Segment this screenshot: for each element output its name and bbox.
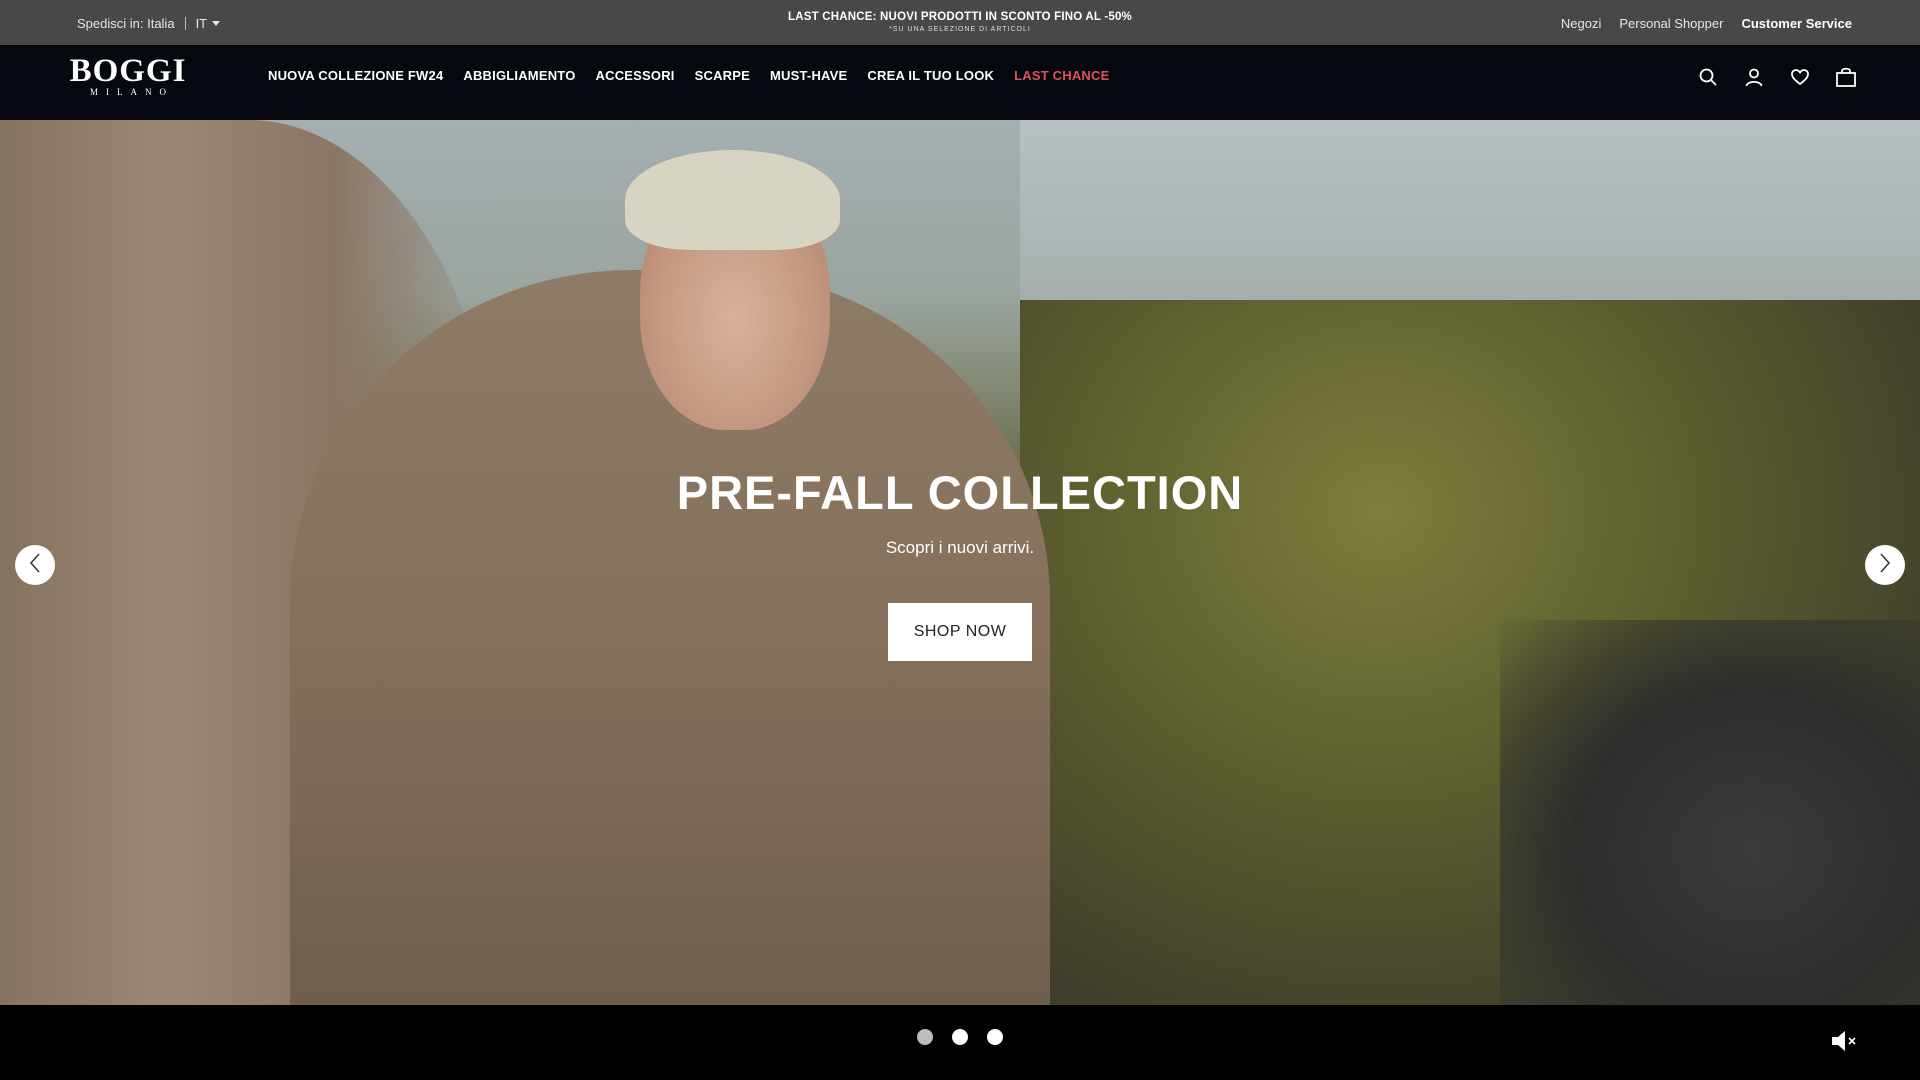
hero-image-model-hair [625,150,840,250]
carousel-next-button[interactable] [1865,545,1905,585]
carousel-dot-1[interactable] [917,1029,933,1045]
top-promo-bar: Spedisci in: Italia IT LAST CHANCE: NUOV… [0,0,1920,45]
chevron-right-icon [1878,552,1892,579]
brand-logo[interactable]: BOGGI MILANO [68,53,188,97]
nav-item-shoes[interactable]: SCARPE [695,68,750,83]
carousel-dot-2[interactable] [952,1029,968,1045]
heart-icon[interactable] [1788,65,1812,89]
hero-banner[interactable]: PRE-FALL COLLECTION Scopri i nuovi arriv… [0,120,1920,1005]
bag-icon[interactable] [1834,65,1858,89]
shop-now-button[interactable]: SHOP NOW [888,603,1032,661]
chevron-left-icon [28,552,42,579]
carousel-prev-button[interactable] [15,545,55,585]
carousel-controls [0,1005,1920,1080]
speaker-muted-icon [1832,1031,1856,1051]
header-icons [1696,65,1858,89]
nav-item-new-collection[interactable]: NUOVA COLLEZIONE FW24 [268,68,443,83]
main-navigation: BOGGI MILANO NUOVA COLLEZIONE FW24 ABBIG… [0,45,1920,120]
personal-shopper-link[interactable]: Personal Shopper [1619,16,1723,31]
logo-wordmark: BOGGI [69,53,187,89]
nav-item-accessories[interactable]: ACCESSORI [596,68,675,83]
nav-item-create-look[interactable]: CREA IL TUO LOOK [867,68,994,83]
hero-image-rocks [1500,620,1920,1005]
customer-service-link[interactable]: Customer Service [1741,16,1852,31]
search-icon[interactable] [1696,65,1720,89]
hero-subtitle: Scopri i nuovi arrivi. [885,538,1035,557]
user-icon[interactable] [1742,65,1766,89]
nav-item-clothing[interactable]: ABBIGLIAMENTO [463,68,575,83]
nav-item-must-have[interactable]: MUST-HAVE [770,68,847,83]
nav-item-last-chance[interactable]: LAST CHANCE [1014,68,1109,83]
utility-links: Negozi Personal Shopper Customer Service [1561,16,1852,31]
mute-toggle[interactable] [1830,1027,1858,1055]
nav-menu: NUOVA COLLEZIONE FW24 ABBIGLIAMENTO ACCE… [268,68,1109,83]
stores-link[interactable]: Negozi [1561,16,1601,31]
carousel-dot-3[interactable] [987,1029,1003,1045]
carousel-pagination [917,1029,1003,1045]
hero-title: PRE-FALL COLLECTION [676,466,1244,519]
